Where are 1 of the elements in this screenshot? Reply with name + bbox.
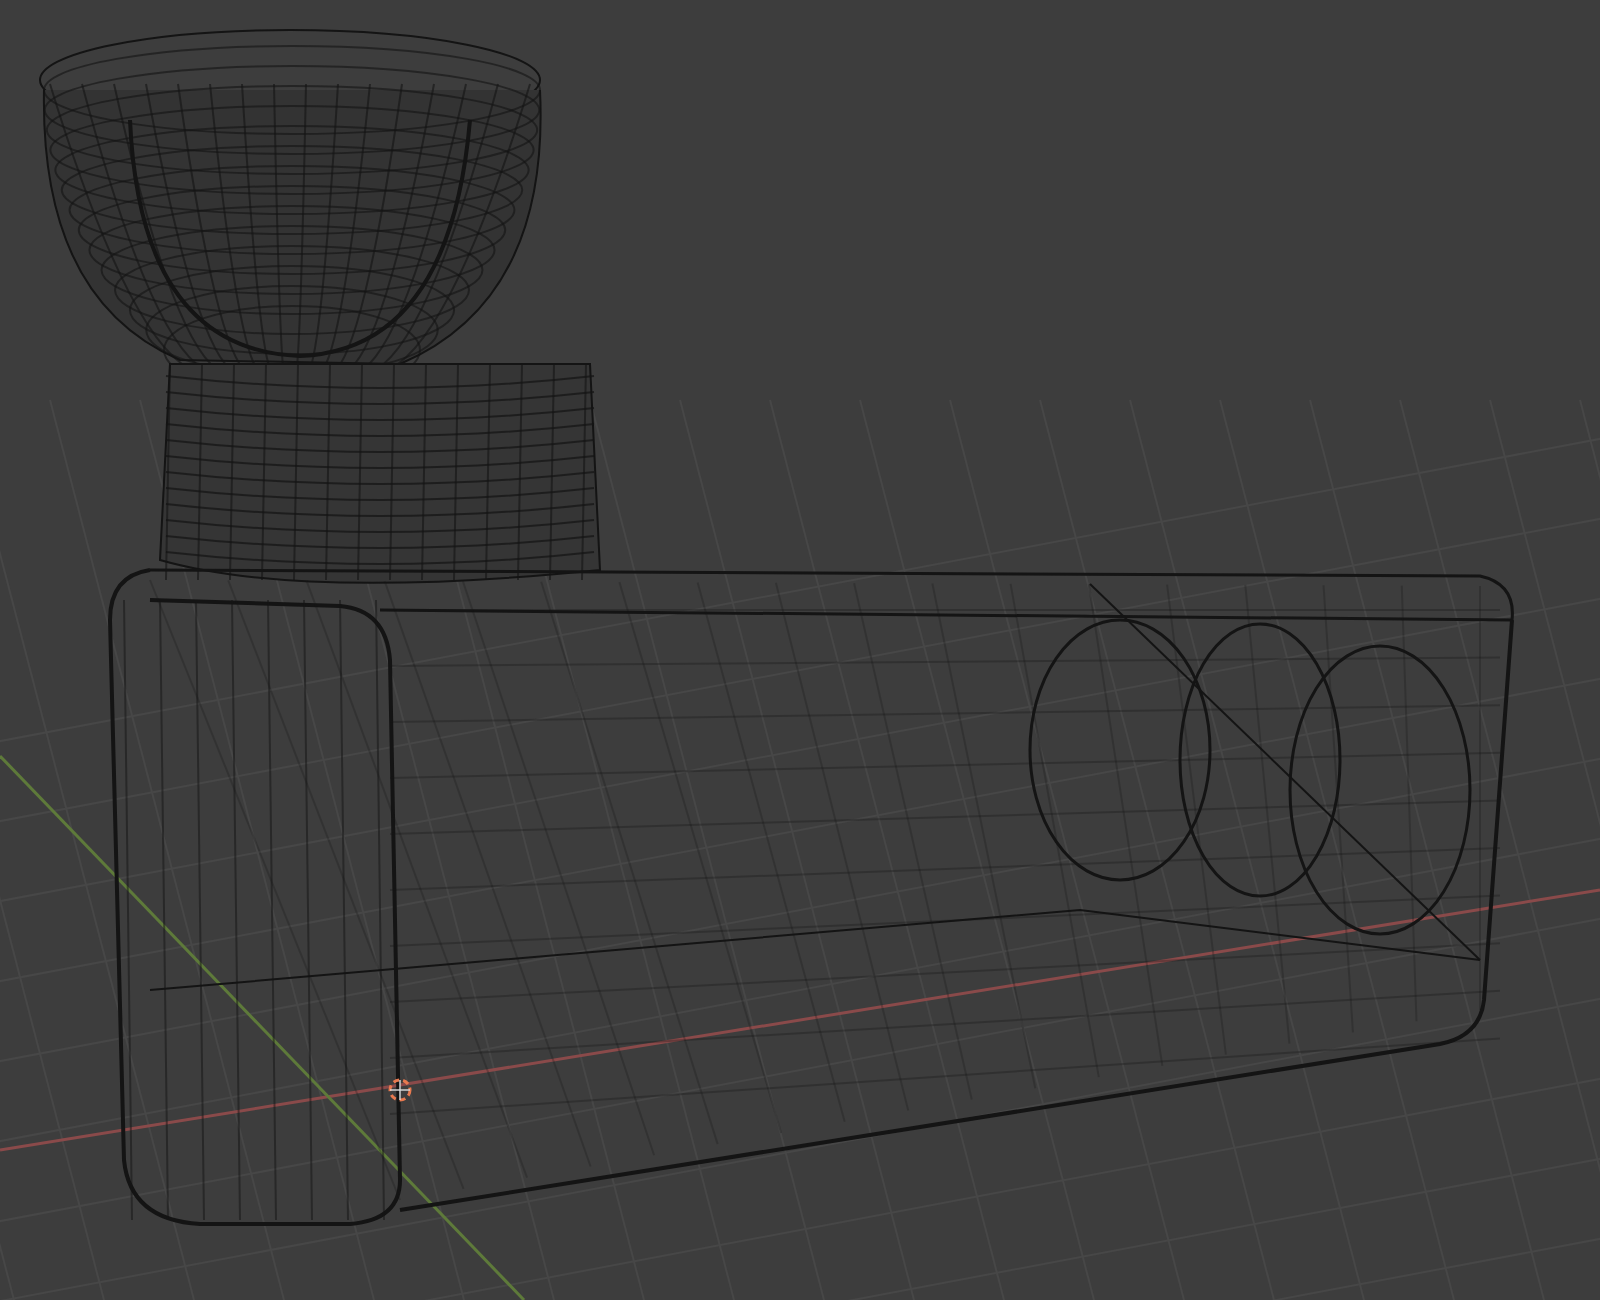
3d-cursor-icon[interactable] [388,1078,412,1102]
